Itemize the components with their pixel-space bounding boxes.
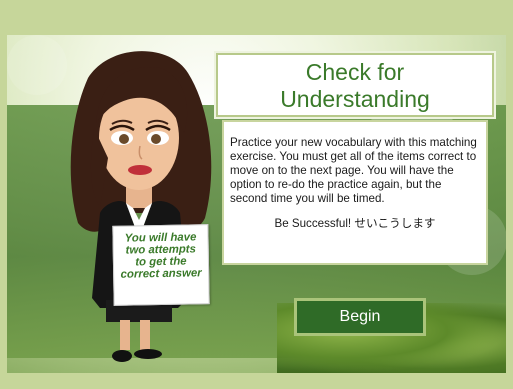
instructions-box: Practice your new vocabulary with this m… — [222, 120, 488, 265]
success-text: Be Successful! せいこうします — [274, 217, 436, 230]
title-box: Check for Understanding — [216, 53, 494, 117]
bokeh-light — [7, 35, 67, 95]
page-title: Check for Understanding — [218, 55, 492, 113]
presenter-character-illustration — [70, 51, 212, 362]
title-line-2: Understanding — [280, 86, 430, 112]
begin-button[interactable]: Begin — [294, 298, 426, 336]
title-line-1: Check for — [305, 59, 405, 85]
attempts-sign: You will have two attempts to get the co… — [112, 224, 210, 306]
sign-line: two attempts — [125, 243, 196, 257]
instructions-text: Practice your new vocabulary with this m… — [230, 136, 477, 205]
sign-line: correct answer — [120, 267, 202, 281]
